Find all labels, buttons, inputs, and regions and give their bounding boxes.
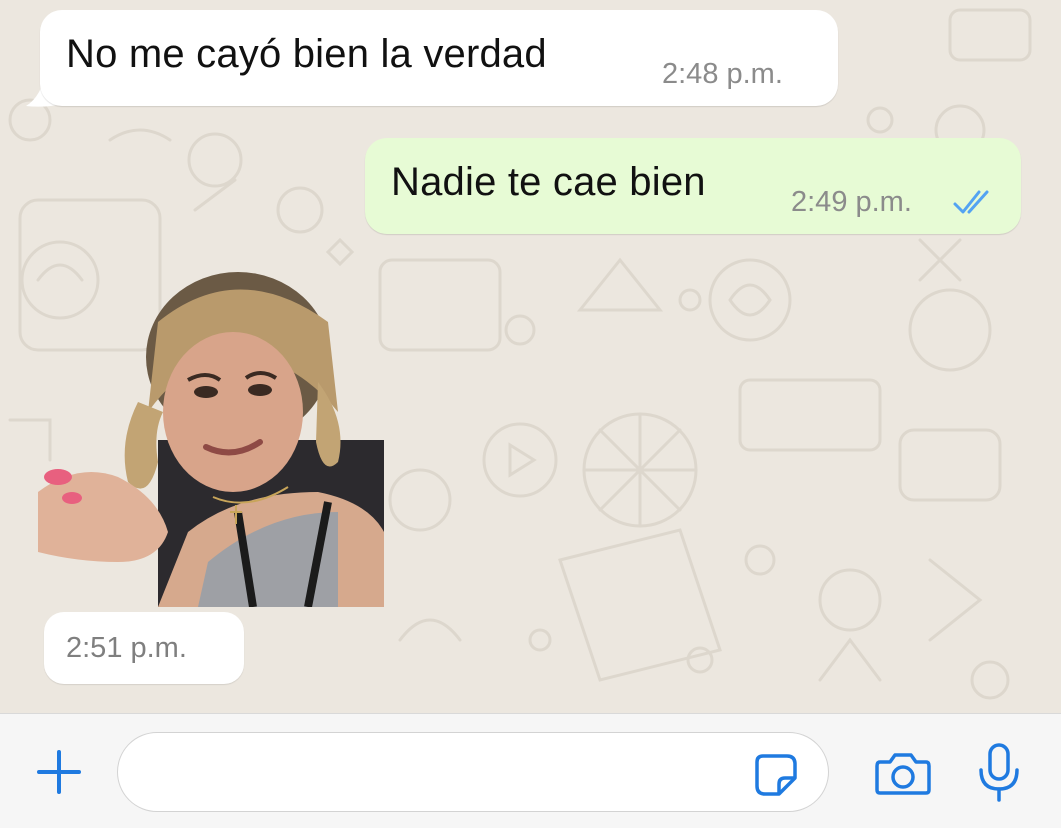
sticker-icon[interactable] xyxy=(753,752,799,798)
message-time: 2:49 p.m. xyxy=(791,186,912,218)
sticker-image[interactable] xyxy=(38,262,384,607)
microphone-icon[interactable] xyxy=(976,742,1022,804)
message-input[interactable] xyxy=(117,732,829,812)
message-input-bar xyxy=(0,713,1061,828)
sticker-time-chip: 2:51 p.m. xyxy=(44,612,244,684)
plus-icon[interactable] xyxy=(34,747,84,797)
message-bubble-incoming[interactable]: No me cayó bien la verdad 2:48 p.m. xyxy=(40,10,838,106)
camera-icon[interactable] xyxy=(874,750,932,796)
message-text: Nadie te cae bien xyxy=(391,160,706,204)
message-bubble-outgoing[interactable]: Nadie te cae bien 2:49 p.m. xyxy=(365,138,1021,234)
message-time: 2:48 p.m. xyxy=(662,58,783,90)
double-check-icon xyxy=(953,190,989,214)
chat-area: No me cayó bien la verdad 2:48 p.m. Nadi… xyxy=(0,0,1061,713)
message-text: No me cayó bien la verdad xyxy=(66,32,547,76)
message-time: 2:51 p.m. xyxy=(66,632,187,664)
